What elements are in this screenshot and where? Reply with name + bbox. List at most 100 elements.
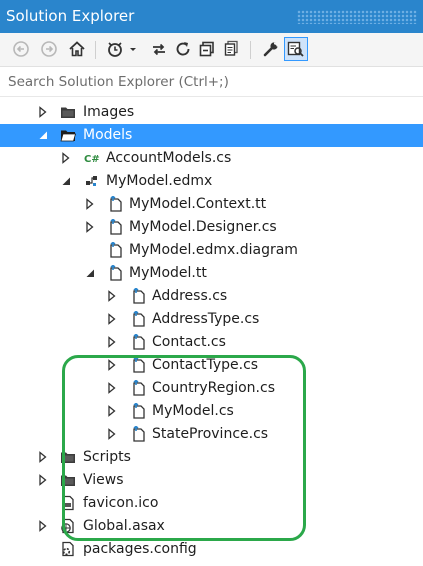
expand-arrow-icon[interactable]	[106, 336, 118, 348]
template-file-icon	[133, 311, 145, 327]
tree-item-label: MyModel.edmx	[106, 173, 213, 189]
collapse-all-button[interactable]	[196, 38, 218, 60]
search-bar	[0, 67, 423, 97]
csharp-file-icon: C#	[84, 154, 100, 165]
refresh-button[interactable]	[172, 38, 194, 60]
folder-icon	[61, 452, 75, 463]
tree-item-contact-cs[interactable]: Contact.cs	[0, 331, 423, 354]
tree-item-scripts[interactable]: Scripts	[0, 446, 423, 469]
expand-arrow-icon[interactable]	[84, 198, 96, 210]
template-file-icon	[110, 265, 122, 281]
properties-button[interactable]	[260, 38, 282, 60]
tree-item-packages-config[interactable]: packages.config	[0, 538, 423, 561]
tree-item-mymodel-edmx-diagram[interactable]: MyModel.edmx.diagram	[0, 239, 423, 262]
tree-item-mymodel-context-tt[interactable]: MyModel.Context.tt	[0, 193, 423, 216]
tree-item-address-cs[interactable]: Address.cs	[0, 285, 423, 308]
global-asax-icon	[61, 518, 74, 534]
tree-item-label: MyModel.tt	[129, 265, 207, 281]
tree-item-label: Address.cs	[152, 288, 228, 304]
tree-item-label: Images	[83, 104, 135, 120]
forward-button[interactable]	[38, 38, 60, 60]
svg-text:C#: C#	[84, 154, 100, 165]
tree-item-label: MyModel.Designer.cs	[129, 219, 277, 235]
chevron-down-icon	[130, 48, 136, 51]
tree-item-mymodel-tt[interactable]: MyModel.tt	[0, 262, 423, 285]
tree-item-mymodel-cs[interactable]: MyModel.cs	[0, 400, 423, 423]
tree-item-label: Global.asax	[83, 518, 165, 534]
title-bar-grip[interactable]	[297, 10, 417, 24]
tree-item-models[interactable]: Models	[0, 124, 423, 147]
tree-item-countryregion-cs[interactable]: CountryRegion.cs	[0, 377, 423, 400]
pending-changes-filter-button[interactable]	[104, 38, 126, 60]
expand-arrow-icon[interactable]	[37, 520, 49, 532]
template-file-icon	[133, 380, 145, 396]
collapse-arrow-icon[interactable]	[37, 129, 49, 141]
tree-item-favicon-ico[interactable]: favicon.ico	[0, 492, 423, 515]
expand-arrow-icon[interactable]	[84, 221, 96, 233]
tree-item-label: AccountModels.cs	[106, 150, 232, 166]
collapse-arrow-icon[interactable]	[60, 175, 72, 187]
tree-item-label: packages.config	[83, 541, 197, 557]
wrench-icon	[263, 42, 279, 57]
template-file-icon	[133, 426, 145, 442]
back-button[interactable]	[10, 38, 32, 60]
collapse-all-icon	[199, 41, 214, 57]
template-file-icon	[110, 219, 122, 235]
tree-item-label: favicon.ico	[83, 495, 159, 511]
tree-item-label: Views	[83, 472, 124, 488]
sync-icon	[153, 43, 165, 56]
toolbar	[0, 33, 423, 67]
expand-arrow-icon[interactable]	[106, 405, 118, 417]
expand-arrow-icon[interactable]	[106, 382, 118, 394]
tree-item-images[interactable]: Images	[0, 101, 423, 124]
expand-arrow-icon[interactable]	[37, 106, 49, 118]
tree-item-accountmodels-cs[interactable]: C# AccountModels.cs	[0, 147, 423, 170]
tree-item-views[interactable]: Views	[0, 469, 423, 492]
forward-icon	[41, 41, 57, 57]
tree-item-label: MyModel.Context.tt	[129, 196, 267, 212]
tree-item-stateprovince-cs[interactable]: StateProvince.cs	[0, 423, 423, 446]
collapse-arrow-icon[interactable]	[84, 267, 96, 279]
expand-arrow-icon[interactable]	[106, 428, 118, 440]
tree-item-label: AddressType.cs	[152, 311, 260, 327]
edmx-file-icon	[86, 176, 97, 186]
preview-selected-items-button[interactable]	[284, 37, 308, 61]
preview-icon	[287, 41, 304, 57]
show-all-files-icon	[224, 40, 238, 56]
tree-item-mymodel-designer-cs[interactable]: MyModel.Designer.cs	[0, 216, 423, 239]
expand-arrow-icon[interactable]	[106, 290, 118, 302]
expand-arrow-icon[interactable]	[106, 313, 118, 325]
refresh-icon	[176, 42, 190, 56]
tree-item-addresstype-cs[interactable]: AddressType.cs	[0, 308, 423, 331]
tree-item-global-asax[interactable]: Global.asax	[0, 515, 423, 538]
tree-item-label: MyModel.cs	[152, 403, 234, 419]
tree-item-label: Scripts	[83, 449, 131, 465]
window-title: Solution Explorer	[6, 7, 135, 25]
tree-item-label: StateProvince.cs	[152, 426, 269, 442]
toolbar-separator	[250, 41, 251, 59]
tree-item-mymodel-edmx[interactable]: MyModel.edmx	[0, 170, 423, 193]
expand-arrow-icon[interactable]	[60, 152, 72, 164]
template-file-icon	[133, 288, 145, 304]
home-icon	[69, 41, 85, 57]
toolbar-separator	[95, 41, 96, 59]
filter-dropdown-button[interactable]	[127, 38, 141, 60]
expand-arrow-icon[interactable]	[37, 474, 49, 486]
tree-item-label: ContactType.cs	[152, 357, 259, 373]
sync-with-active-document-button[interactable]	[148, 38, 170, 60]
folder-icon	[61, 475, 75, 486]
template-file-icon	[133, 334, 145, 350]
tree-item-label: CountryRegion.cs	[152, 380, 275, 396]
tree-item-label: Contact.cs	[152, 334, 226, 350]
back-icon	[13, 41, 29, 57]
home-button[interactable]	[66, 38, 88, 60]
search-input[interactable]	[0, 67, 423, 96]
tree-item-label: Models	[83, 127, 133, 143]
expand-arrow-icon[interactable]	[106, 359, 118, 371]
solution-explorer-window: Solution Explorer Search Solution Explor…	[0, 0, 423, 566]
show-all-files-button[interactable]	[220, 38, 242, 60]
tree-item-label: MyModel.edmx.diagram	[129, 242, 298, 258]
tree-item-contacttype-cs[interactable]: ContactType.cs	[0, 354, 423, 377]
solution-tree: Images Models C# AccountModels.cs MyMode…	[0, 97, 423, 566]
expand-arrow-icon[interactable]	[37, 451, 49, 463]
